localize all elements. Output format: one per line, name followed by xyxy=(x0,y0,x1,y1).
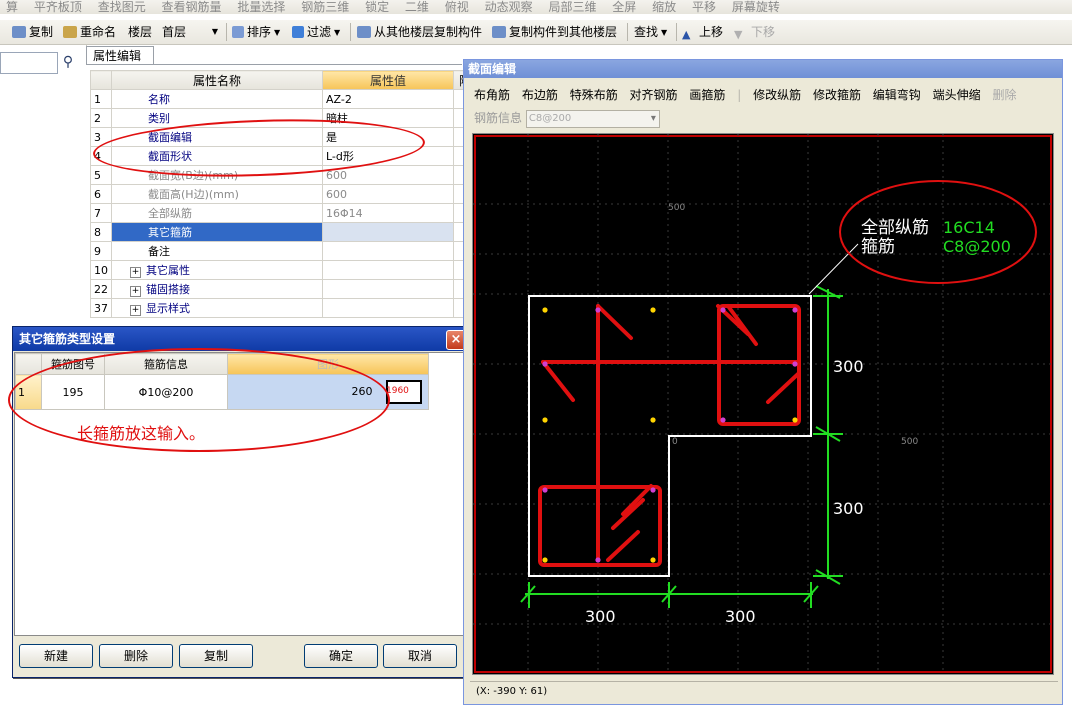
search-input[interactable] xyxy=(0,52,58,74)
dialog-title: 其它箍筋类型设置 xyxy=(13,327,469,351)
copy-to-floor-button[interactable]: 复制构件到其他楼层 xyxy=(492,24,617,40)
section-drawing[interactable]: 500 500 0 300 300 300 300 全部纵筋 16C14 箍筋 … xyxy=(473,134,1053,674)
annotation-text: 长箍筋放这输入。 xyxy=(77,424,206,443)
find-button[interactable]: 查找 ▼ xyxy=(634,24,667,41)
move-up-button[interactable]: ▲ 上移 xyxy=(682,24,723,41)
tool-end-stretch[interactable]: 端头伸缩 xyxy=(933,88,981,102)
copy-button[interactable]: 复制 xyxy=(179,644,253,668)
cancel-button[interactable]: 取消 xyxy=(383,644,457,668)
table-row[interactable]: 1 名称 AZ-2 xyxy=(90,89,489,109)
arrow-up-icon: ▲ xyxy=(682,28,691,41)
table-row-selected[interactable]: 8 其它箍筋 xyxy=(90,222,489,242)
floor-copy-icon xyxy=(492,26,506,38)
tool-edit-stirrup[interactable]: 修改箍筋 xyxy=(813,88,861,102)
header-name: 属性名称 xyxy=(111,70,323,90)
toolbar-item[interactable]: 二维 xyxy=(399,1,435,13)
toolbar-item[interactable]: 查看钢筋量 xyxy=(156,1,228,13)
toolbar-item[interactable]: 平移 xyxy=(686,1,722,13)
sort-button[interactable]: 排序 ▼ xyxy=(232,24,280,41)
section-canvas[interactable]: 500 500 0 300 300 300 300 全部纵筋 16C14 箍筋 … xyxy=(472,133,1054,675)
coordinate-readout: (X: -390 Y: 61) xyxy=(476,686,548,697)
stirrup-value: C8@200 xyxy=(943,237,1011,256)
dimension-label: 300 xyxy=(725,607,756,626)
toolbar-item[interactable]: 批量选择 xyxy=(231,1,291,13)
toolbar-item[interactable]: 动态观察 xyxy=(479,1,539,13)
floor-select[interactable]: 首层 ▼ xyxy=(162,24,218,40)
axis-label: 500 xyxy=(901,437,918,447)
table-row[interactable]: 6 截面高(H边)(mm) 600 xyxy=(90,184,489,204)
filter-button[interactable]: 过滤 ▼ xyxy=(292,24,340,41)
copy-button[interactable]: 复制 xyxy=(12,24,53,40)
dimension-label: 300 xyxy=(833,357,864,376)
status-bar: (X: -390 Y: 61) xyxy=(470,681,1058,702)
table-row[interactable]: 7 全部纵筋 16Φ14 xyxy=(90,203,489,223)
search-icon[interactable]: ⚲ xyxy=(58,52,78,74)
label-leader-line xyxy=(808,243,859,295)
toolbar-item[interactable]: 全屏 xyxy=(606,1,642,13)
tool-edge-rebar[interactable]: 布边筋 xyxy=(522,88,558,102)
toolbar-item[interactable]: 查找图元 xyxy=(92,1,152,13)
dimension-label: 300 xyxy=(585,607,616,626)
tool-draw-stirrup[interactable]: 画箍筋 xyxy=(689,88,725,102)
property-table: 属性名称 属性值 附加 1 名称 AZ-2 2 类别 暗柱 3 截面编辑 是 4… xyxy=(90,70,489,318)
header-value: 属性值 xyxy=(322,70,454,90)
chevron-down-icon: ▼ xyxy=(334,28,341,37)
expand-icon[interactable]: + xyxy=(130,305,141,316)
toolbar-item[interactable]: 算 xyxy=(0,1,24,13)
top-toolbar: 算 平齐板顶 查找图元 查看钢筋量 批量选择 钢筋三维 锁定 二维 俯视 动态观… xyxy=(0,0,1072,14)
stirrup-label: 箍筋 xyxy=(861,237,895,257)
dimension-lines xyxy=(520,285,843,608)
toolbar-item[interactable]: 钢筋三维 xyxy=(295,1,355,13)
delete-button[interactable]: 删除 xyxy=(99,644,173,668)
total-rebar-label: 全部纵筋 xyxy=(861,218,929,238)
sort-icon xyxy=(232,26,244,38)
chevron-down-icon: ▼ xyxy=(661,28,668,37)
ok-button[interactable]: 确定 xyxy=(304,644,378,668)
tool-edit-longitudinal[interactable]: 修改纵筋 xyxy=(753,88,801,102)
copy-icon xyxy=(12,26,26,38)
rebar-info-select[interactable]: C8@200 xyxy=(525,109,660,128)
rebar-info-bar: 钢筋信息 C8@200 xyxy=(474,109,660,128)
main-toolbar: 复制 重命名 楼层 首层 ▼ 排序 ▼ 过滤 ▼ 从其他楼层复制构件 复制构件到其他楼… xyxy=(0,20,1072,45)
tool-edit-hook[interactable]: 编辑弯钩 xyxy=(873,88,921,102)
canvas-border xyxy=(474,135,1052,673)
toolbar-item[interactable]: 屏幕旋转 xyxy=(726,1,786,13)
toolbar-item[interactable]: 平齐板顶 xyxy=(28,1,88,13)
stirrup-shape-icon[interactable]: 1960 xyxy=(386,380,422,404)
chevron-down-icon: ▼ xyxy=(274,28,281,37)
expand-icon[interactable]: + xyxy=(130,286,141,297)
axis-label: 0 xyxy=(672,437,678,447)
new-button[interactable]: 新建 xyxy=(19,644,93,668)
rename-icon xyxy=(63,26,77,38)
toolbar-item[interactable]: 俯视 xyxy=(439,1,475,13)
section-editor-toolbar: 布角筋 布边筋 特殊布筋 对齐钢筋 画箍筋 | 修改纵筋 修改箍筋 编辑弯钩 端… xyxy=(474,88,1017,102)
toolbar-item[interactable]: 锁定 xyxy=(359,1,395,13)
tool-corner-rebar[interactable]: 布角筋 xyxy=(474,88,510,102)
table-row-group[interactable]: 10 + 其它属性 xyxy=(90,260,489,280)
rename-button[interactable]: 重命名 xyxy=(63,24,116,40)
table-row[interactable]: 9 备注 xyxy=(90,241,489,261)
tool-align-rebar[interactable]: 对齐钢筋 xyxy=(630,88,678,102)
copy-from-floor-button[interactable]: 从其他楼层复制构件 xyxy=(357,24,482,40)
dimension-label: 300 xyxy=(833,499,864,518)
section-editor-title: 截面编辑 xyxy=(464,60,1062,78)
tool-special-rebar[interactable]: 特殊布筋 xyxy=(570,88,618,102)
tool-delete[interactable]: 删除 xyxy=(992,88,1016,102)
tab-property-edit[interactable]: 属性编辑 xyxy=(86,46,154,65)
section-outline xyxy=(528,295,812,577)
chevron-down-icon: ▼ xyxy=(211,27,218,36)
filter-icon xyxy=(292,26,304,38)
move-down-button[interactable]: ▼ 下移 xyxy=(734,24,775,41)
axis-label: 500 xyxy=(668,203,685,213)
floor-label: 楼层 xyxy=(128,25,153,39)
table-row-group[interactable]: 37 + 显示样式 xyxy=(90,298,489,318)
total-rebar-value: 16C14 xyxy=(943,218,995,237)
toolbar-item[interactable]: 缩放 xyxy=(646,1,682,13)
floor-copy-icon xyxy=(357,26,371,38)
table-row-group[interactable]: 22 + 锚固搭接 xyxy=(90,279,489,299)
arrow-down-icon: ▼ xyxy=(734,28,743,41)
toolbar-item[interactable]: 局部三维 xyxy=(542,1,602,13)
expand-icon[interactable]: + xyxy=(130,267,141,278)
